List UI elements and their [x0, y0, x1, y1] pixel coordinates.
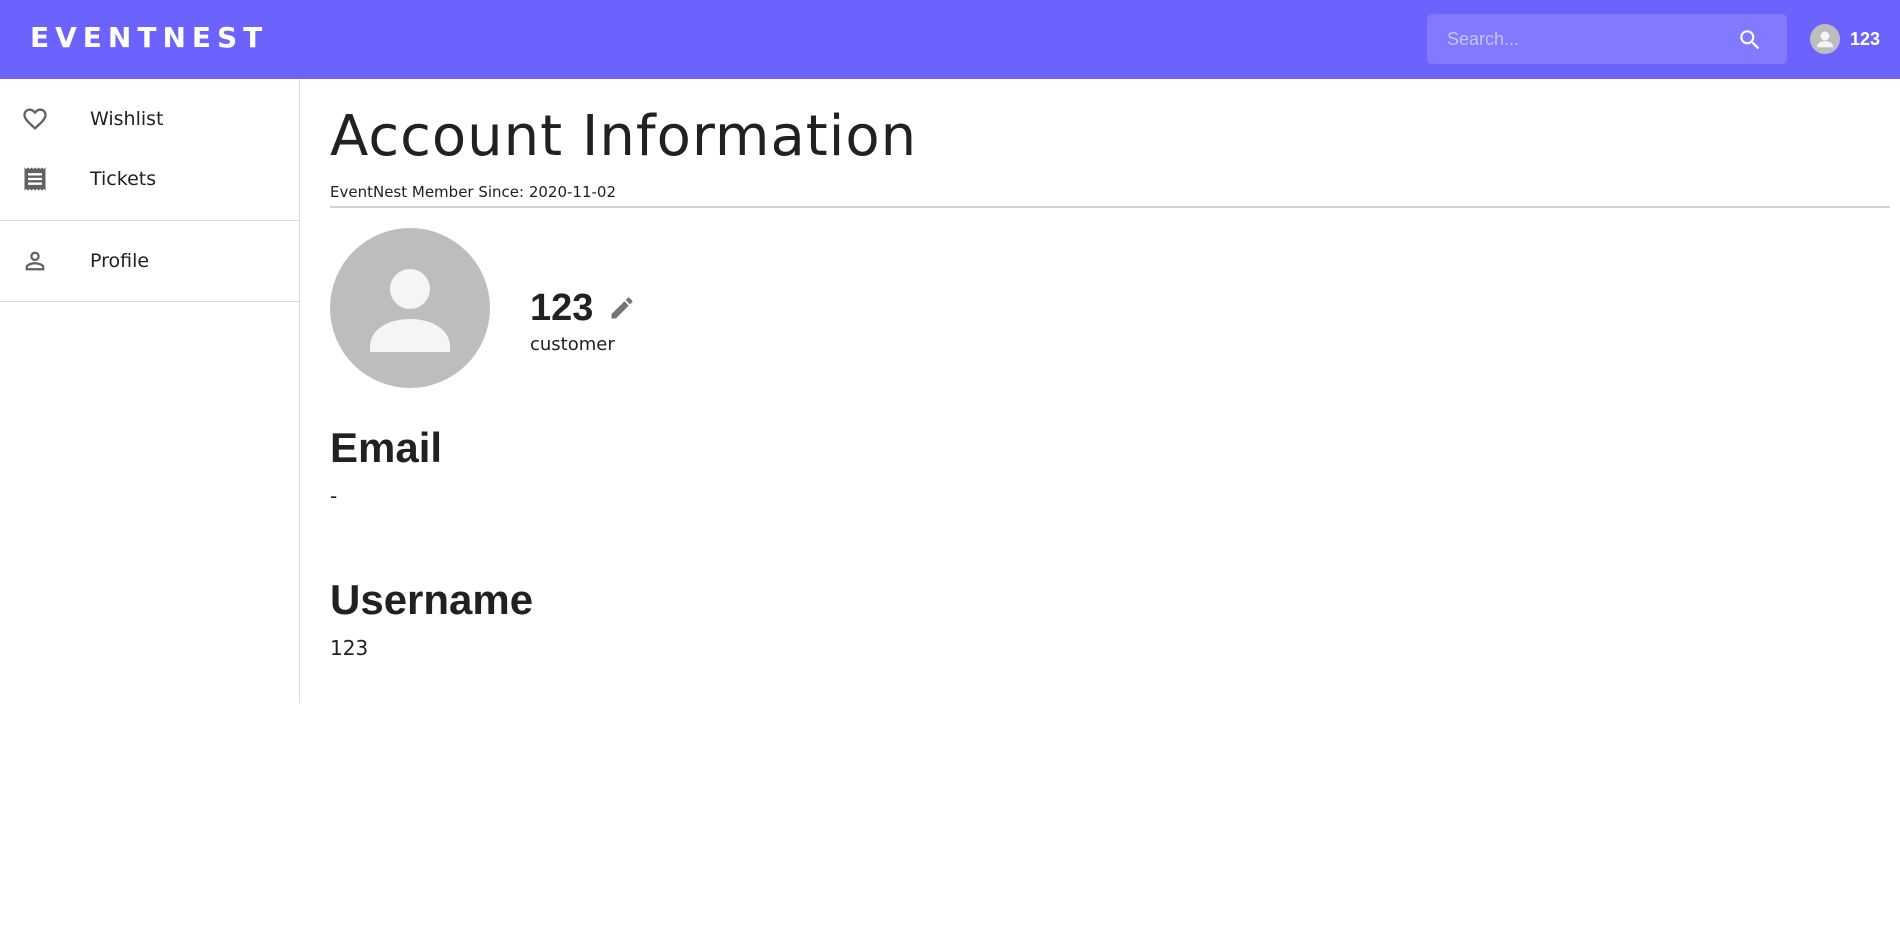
email-heading: Email — [330, 424, 443, 471]
user-name: 123 — [1850, 28, 1881, 49]
user-avatar-icon — [1810, 24, 1840, 54]
profile-display-name: 123 — [530, 287, 594, 329]
sidebar-item-label: Wishlist — [90, 108, 164, 130]
sidebar-item-wishlist[interactable]: Wishlist — [0, 90, 299, 148]
sidebar-item-profile[interactable]: Profile — [0, 232, 299, 290]
person-icon — [370, 269, 450, 352]
profile-avatar[interactable] — [330, 228, 490, 388]
receipt-icon — [24, 167, 46, 191]
top-app-bar: EVENTNEST 123 — [0, 0, 1900, 79]
sidebar-item-tickets[interactable]: Tickets — [0, 150, 299, 208]
edit-icon[interactable] — [608, 294, 636, 322]
search-box[interactable] — [1427, 14, 1787, 64]
sidebar-item-label: Profile — [90, 250, 150, 272]
username-heading: Username — [330, 576, 534, 623]
title-divider — [330, 206, 1890, 208]
username-value: 123 — [330, 636, 369, 660]
sidebar-item-label: Tickets — [90, 168, 157, 190]
person-icon — [25, 251, 45, 271]
search-icon[interactable] — [1737, 27, 1763, 53]
sidebar-divider — [0, 220, 299, 221]
member-since-text: EventNest Member Since: 2020-11-02 — [330, 183, 617, 201]
heart-icon — [23, 108, 47, 130]
user-menu-button[interactable]: 123 — [1810, 24, 1880, 54]
sidebar-divider — [0, 301, 299, 302]
brand-logo[interactable]: EVENTNEST — [30, 21, 268, 54]
profile-role: customer — [530, 334, 615, 355]
search-input[interactable] — [1447, 19, 1737, 59]
sidebar: Wishlist Tickets Profile — [0, 79, 300, 703]
email-value: - — [330, 484, 338, 508]
page-title: Account Information — [330, 104, 918, 169]
